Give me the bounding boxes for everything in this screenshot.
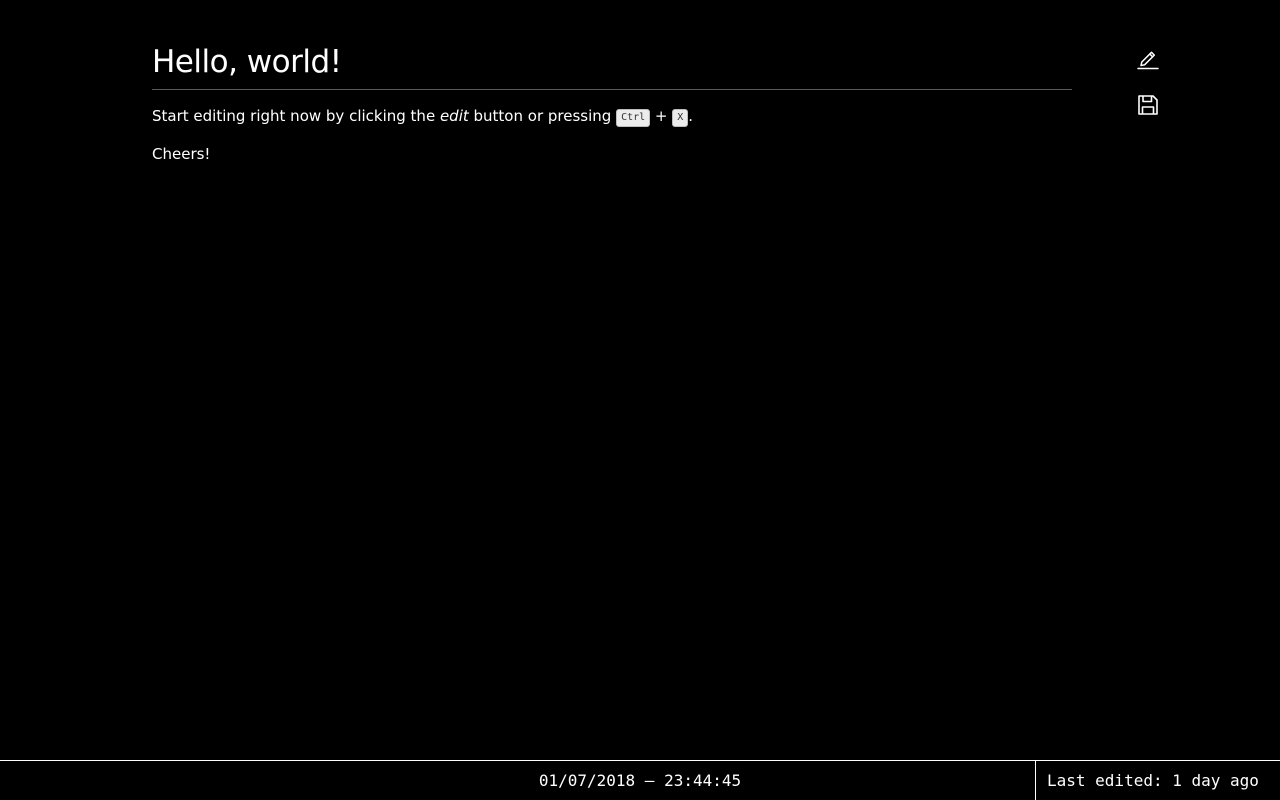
intro-paragraph: Start editing right now by clicking the … [152, 106, 1072, 127]
edit-button[interactable] [1136, 48, 1160, 72]
datetime-display: 01/07/2018 – 23:44:45 [0, 761, 1035, 800]
status-bar: 01/07/2018 – 23:44:45 Last edited: 1 day… [0, 760, 1280, 800]
intro-text-start: Start editing right now by clicking the [152, 107, 440, 125]
last-edited-status: Last edited: 1 day ago [1035, 761, 1280, 800]
intro-text-middle: button or pressing [469, 107, 616, 125]
side-actions [1136, 48, 1160, 138]
document-content: Hello, world! Start editing right now by… [152, 40, 1072, 164]
page-title: Hello, world! [152, 40, 1072, 84]
closing-paragraph: Cheers! [152, 144, 1072, 164]
save-button[interactable] [1136, 93, 1160, 117]
plus-sign: + [650, 107, 672, 125]
ctrl-key: Ctrl [616, 109, 650, 127]
title-divider [152, 89, 1072, 90]
floppy-disk-icon [1136, 93, 1160, 117]
intro-text-end: . [688, 107, 693, 125]
pencil-icon [1136, 48, 1160, 72]
intro-emphasis: edit [440, 107, 469, 125]
x-key: X [672, 109, 688, 127]
